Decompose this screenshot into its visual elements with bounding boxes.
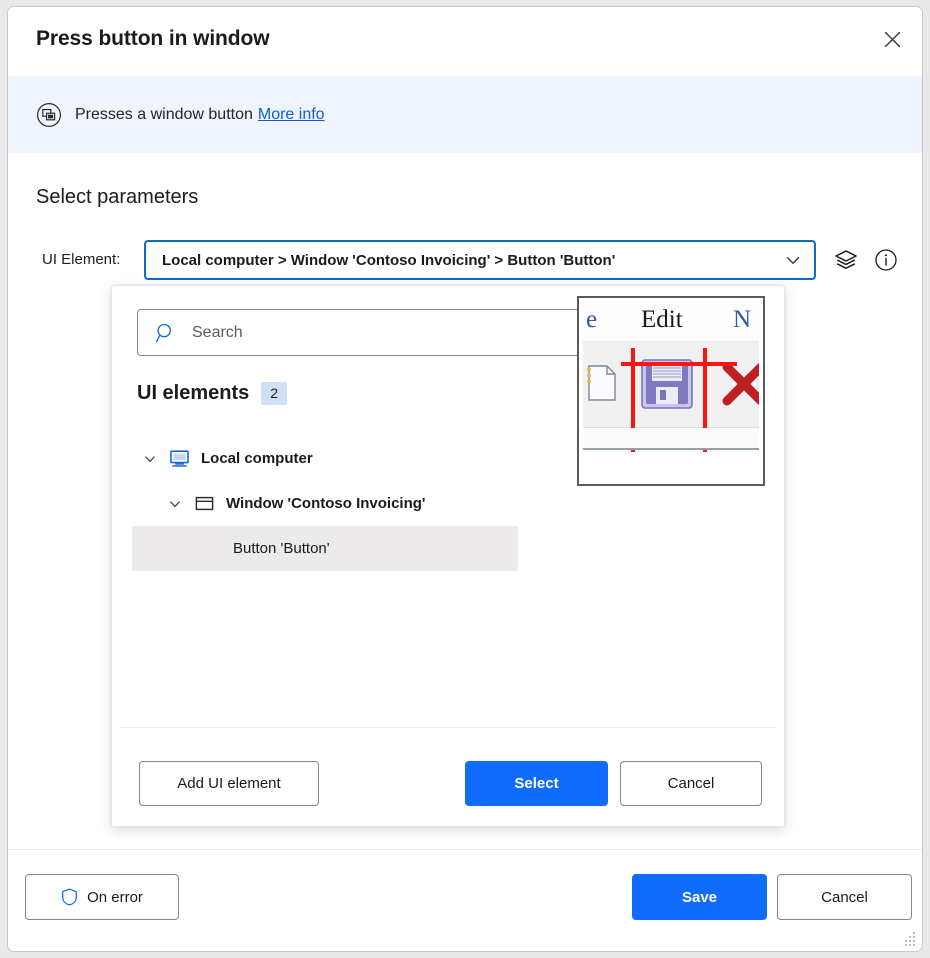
tree-row[interactable]: Local computer: [132, 436, 518, 481]
ui-elements-count-badge: 2: [261, 382, 287, 404]
tree-row-label: Button 'Button': [233, 540, 330, 557]
preview-menubar: e Edit N: [583, 302, 759, 342]
section-title: Select parameters: [36, 186, 198, 209]
tree-row-label: Window 'Contoso Invoicing': [226, 495, 425, 512]
expand-chevron-icon[interactable]: [139, 448, 161, 470]
cancel-button[interactable]: Cancel: [777, 874, 912, 920]
preview-canvas: [583, 452, 759, 480]
preview-menu-item: Edit: [641, 306, 683, 334]
tree-row[interactable]: Window 'Contoso Invoicing': [132, 481, 518, 526]
crosshair-line-horizontal: [621, 362, 737, 366]
save-button[interactable]: Save: [632, 874, 767, 920]
ui-element-value: Local computer > Window 'Contoso Invoici…: [162, 252, 615, 269]
ui-elements-heading-label: UI elements: [137, 382, 249, 405]
tree-row[interactable]: Button 'Button': [132, 526, 518, 571]
on-error-button[interactable]: On error: [25, 874, 179, 920]
on-error-label: On error: [87, 889, 143, 906]
chevron-down-icon: [784, 251, 802, 269]
flyout-cancel-button[interactable]: Cancel: [620, 761, 762, 806]
dialog-footer: On error Save Cancel: [8, 849, 922, 951]
add-ui-element-button[interactable]: Add UI element: [139, 761, 319, 806]
resize-grip[interactable]: [903, 932, 917, 946]
info-circle-icon: [874, 248, 898, 272]
ui-element-row: UI Element: Local computer > Window 'Con…: [36, 240, 896, 280]
select-button[interactable]: Select: [465, 761, 608, 806]
preview-menu-item: N: [733, 306, 751, 334]
element-preview-thumbnail: e Edit N: [577, 296, 765, 486]
info-banner: Presses a window button More info: [8, 76, 922, 153]
flyout-divider: [120, 727, 776, 728]
press-button-in-window-dialog: Press button in window Presses a window …: [7, 6, 923, 952]
shield-icon: [61, 888, 78, 906]
monitor-icon: [168, 448, 190, 470]
close-icon: [884, 31, 901, 48]
tree-row-label: Local computer: [201, 450, 313, 467]
layers-button[interactable]: [832, 246, 860, 274]
ui-elements-tree: Local computer Window 'Contoso: [132, 436, 518, 571]
preview-strip: [583, 428, 759, 450]
window-icon: [193, 493, 215, 515]
search-icon: [155, 322, 177, 344]
document-icon: [587, 364, 617, 402]
info-button[interactable]: [872, 246, 900, 274]
ui-element-picker-flyout: UI elements 2: [111, 285, 785, 827]
preview-screenshot: e Edit N: [583, 302, 759, 480]
ui-element-select[interactable]: Local computer > Window 'Contoso Invoici…: [144, 240, 816, 280]
ui-element-label: UI Element:: [42, 251, 120, 268]
dialog-titlebar: Press button in window: [8, 7, 922, 76]
expand-chevron-icon[interactable]: [164, 493, 186, 515]
layers-icon: [834, 248, 858, 272]
red-x-icon: [720, 360, 759, 408]
preview-toolbar: [583, 342, 759, 428]
close-button[interactable]: [870, 19, 914, 59]
window-button-icon: [36, 102, 62, 128]
dialog-body: Select parameters UI Element: Local comp…: [8, 153, 922, 849]
ui-elements-heading: UI elements 2: [137, 382, 287, 405]
more-info-link[interactable]: More info: [258, 106, 325, 124]
preview-menu-item: e: [586, 306, 597, 334]
page-title: Press button in window: [36, 27, 269, 51]
banner-text: Presses a window button: [75, 106, 253, 124]
